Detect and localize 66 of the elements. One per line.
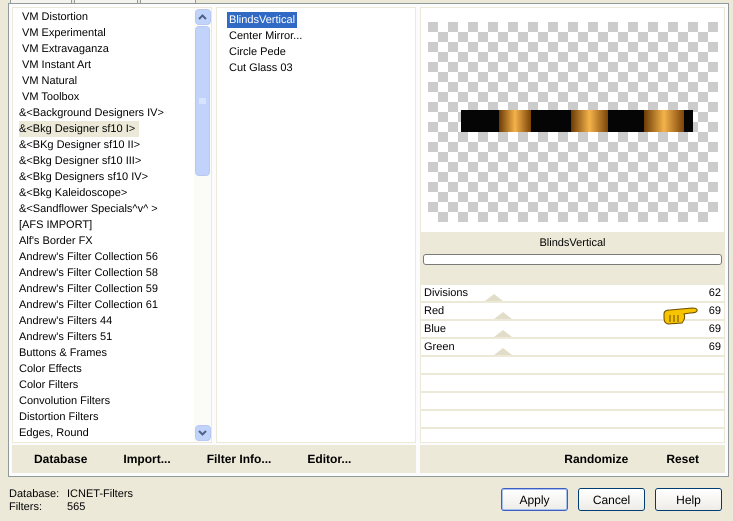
toolbar-button[interactable]: Reset [666,450,699,468]
toolbar-button[interactable]: Filter Info... [206,450,272,468]
category-item[interactable]: Convolution Filters [19,393,114,409]
slider-thumb[interactable] [484,294,503,301]
category-item[interactable]: VM Experimental [19,25,110,41]
status-value: 565 [67,501,86,514]
status-label: Filters: [9,501,43,514]
scroll-up-button[interactable] [194,9,210,25]
category-item[interactable]: Andrew's Filter Collection 59 [19,281,162,297]
dialog-button[interactable]: Apply [501,488,568,511]
category-item[interactable]: Andrew's Filters 51 [19,329,116,345]
dialog-button[interactable]: Help [655,488,722,511]
category-item[interactable]: &<Bkg Designer sf10 I> [19,121,140,137]
toolbar-button[interactable]: Database [34,450,88,468]
toolbar-button[interactable]: Randomize [564,450,628,468]
slider-thumb[interactable] [494,312,512,319]
parameter-value: 62 [708,286,721,301]
category-item[interactable]: Color Filters [19,377,82,393]
category-item[interactable]: Andrew's Filters 44 [19,313,116,329]
status-value: ICNET-Filters [67,488,133,501]
category-item[interactable]: Andrew's Filter Collection 58 [19,265,162,281]
parameter-value: 69 [708,322,721,337]
scroll-thumb[interactable] [195,26,210,176]
parameter-value: 69 [708,340,721,355]
parameter-name: Blue [424,322,446,337]
dialog-button[interactable]: Cancel [578,488,645,511]
scroll-down-button[interactable] [194,425,210,441]
category-item[interactable]: [AFS IMPORT] [19,217,96,233]
category-item[interactable]: VM Extravaganza [19,41,113,57]
filter-name: BlindsVertical [538,236,607,251]
category-item[interactable]: Edges, Round [19,425,93,441]
scrollbar[interactable] [194,8,211,442]
category-item[interactable]: VM Instant Art [19,57,96,73]
slider-thumb[interactable] [494,330,512,337]
category-item[interactable]: Andrew's Filter Collection 61 [19,297,162,313]
category-item[interactable]: &<Bkg Designer sf10 III> [19,153,146,169]
category-item[interactable]: &<Bkg Designers sf10 IV> [19,169,152,185]
parameter-name: Red [424,304,444,319]
parameter-slider[interactable]: Divisions 62 [421,285,724,303]
parameter-value: 69 [708,304,721,319]
filter-item[interactable]: Circle Pede [227,44,288,60]
parameter-name: Divisions [424,286,468,301]
parameter-slider[interactable]: Blue 69 [421,321,724,339]
category-item[interactable]: Distortion Filters [19,409,102,425]
category-item[interactable]: &<Background Designers IV> [19,105,168,121]
parameter-slider[interactable]: Red 69 [421,303,724,321]
category-item[interactable]: &<Bkg Kaleidoscope> [19,185,132,201]
parameter-slider[interactable]: Green 69 [421,339,724,357]
category-item[interactable]: Color Effects [19,361,86,377]
slider-thumb[interactable] [494,348,512,355]
category-item[interactable]: &<Sandflower Specials^v^ > [19,201,162,217]
pointing-hand-icon [662,306,700,326]
category-item[interactable]: VM Toolbox [19,89,84,105]
category-item[interactable]: &<BKg Designer sf10 II> [19,137,144,153]
toolbar-button[interactable]: Import... [123,450,171,468]
category-item[interactable]: Andrew's Filter Collection 56 [19,249,162,265]
status-label: Database: [9,488,60,501]
category-item[interactable]: Alf's Border FX [19,233,97,249]
parameter-name: Green [424,340,455,355]
filter-item[interactable]: Cut Glass 03 [227,60,295,76]
filter-item[interactable]: BlindsVertical [227,12,298,28]
category-item[interactable]: VM Distortion [19,9,92,25]
toolbar-button[interactable]: Editor... [307,450,352,468]
category-item[interactable]: VM Natural [19,73,82,89]
category-item[interactable]: Buttons & Frames [19,345,112,361]
filter-item[interactable]: Center Mirror... [227,28,304,44]
